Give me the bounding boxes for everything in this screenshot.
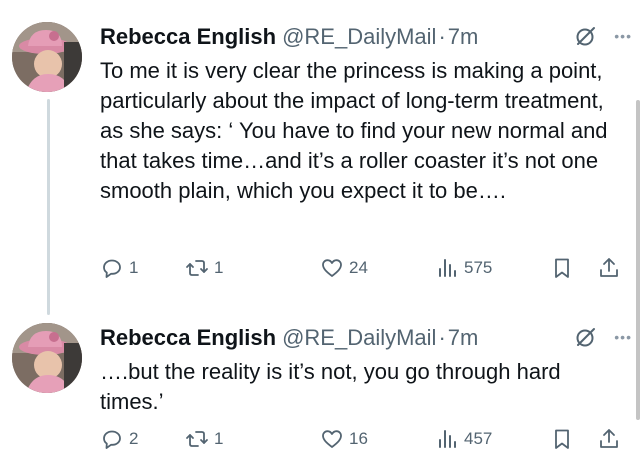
header-icons: ••• [574,24,632,48]
repost-count: 1 [214,258,224,277]
reply-icon [103,430,121,449]
share-icon [600,258,618,277]
action-bar: 2 1 16 457 [100,425,630,453]
avatar[interactable] [12,22,82,92]
author-name[interactable]: Rebecca English [100,22,276,52]
repost-button[interactable]: 1 [185,254,223,282]
repost-icon [186,260,208,276]
share-button[interactable] [597,425,621,453]
more-icon[interactable]: ••• [614,24,632,48]
timestamp[interactable]: 7m [448,22,479,52]
avatar-image [12,22,82,92]
repost-icon [186,431,208,447]
views-icon [439,259,456,277]
separator-dot: · [438,24,446,49]
reply-count: 2 [129,429,139,448]
reply-button[interactable]: 2 [100,425,138,453]
tweet-text: ….but the reality is it’s not, you go th… [100,359,561,414]
repost-count: 1 [214,429,224,448]
tweet-text: To me it is very clear the princess is m… [100,58,608,203]
like-button[interactable]: 16 [320,425,368,453]
views-icon [439,430,456,448]
scrollbar[interactable] [636,100,640,420]
reply-icon [103,259,121,278]
bookmark-button[interactable] [550,425,574,453]
view-count: 575 [464,258,493,277]
tweet[interactable]: Rebecca English @RE_DailyMail · 7m ••• …… [0,305,640,470]
reply-count: 1 [129,258,139,277]
views-button[interactable]: 575 [435,254,492,282]
more-icon[interactable]: ••• [614,325,632,349]
like-count: 16 [349,429,368,448]
tweet[interactable]: Rebecca English @RE_DailyMail · 7m ••• T… [0,0,640,315]
like-count: 24 [349,258,368,277]
grok-icon[interactable] [574,24,598,48]
view-count: 457 [464,429,493,448]
views-button[interactable]: 457 [435,425,492,453]
thread-connector-line [47,99,50,315]
author-handle[interactable]: @RE_DailyMail [282,323,436,353]
author-name[interactable]: Rebecca English [100,323,276,353]
tweet-header: Rebecca English @RE_DailyMail · 7m [100,323,478,353]
repost-button[interactable]: 1 [185,425,223,453]
thread: Rebecca English @RE_DailyMail · 7m ••• T… [0,0,640,470]
bookmark-icon [555,258,569,278]
bookmark-icon [555,429,569,449]
timestamp[interactable]: 7m [448,323,479,353]
avatar-image [12,323,82,393]
grok-icon[interactable] [574,325,598,349]
share-button[interactable] [597,254,621,282]
author-handle[interactable]: @RE_DailyMail [282,22,436,52]
header-icons: ••• [574,325,632,349]
reply-button[interactable]: 1 [100,254,138,282]
avatar[interactable] [12,323,82,393]
like-icon [322,430,342,448]
like-icon [322,259,342,277]
action-bar: 1 1 24 575 [100,254,630,282]
share-icon [600,429,618,448]
separator-dot: · [438,325,446,350]
tweet-header: Rebecca English @RE_DailyMail · 7m [100,22,478,52]
bookmark-button[interactable] [550,254,574,282]
like-button[interactable]: 24 [320,254,368,282]
